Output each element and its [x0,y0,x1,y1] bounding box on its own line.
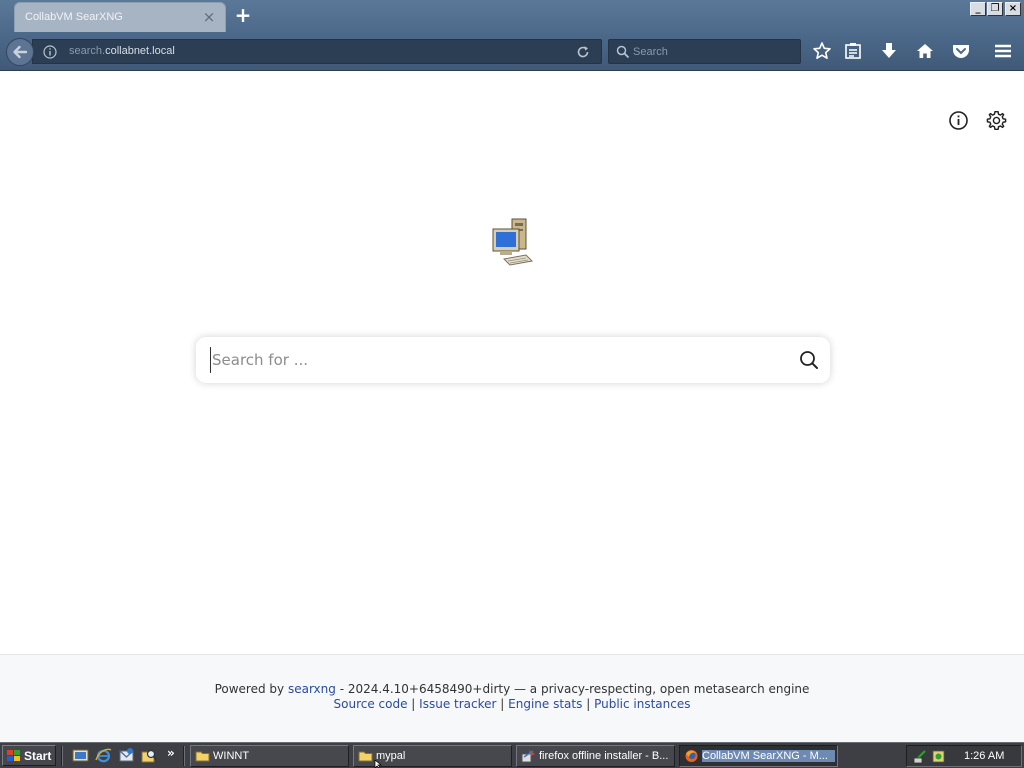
navigation-bar: search.collabnet.local [0,32,1024,71]
browser-search-input[interactable] [633,43,793,61]
search-icon[interactable] [798,349,820,371]
footer-separator: | [586,697,591,711]
download-icon [521,750,535,763]
windows-flag-icon [7,750,20,761]
new-tab-button[interactable]: + [232,5,254,27]
folder-icon [358,751,373,762]
search-box [196,337,830,383]
windows-taskbar: Start » WINNT mypal firefox offline inst… [0,742,1024,768]
taskbar-item-firefox-installer[interactable]: firefox offline installer - B... [516,745,675,767]
taskbar-separator [61,746,63,766]
task-label: firefox offline installer - B... [539,750,669,762]
search-icon [616,45,630,59]
home-icon[interactable] [914,40,936,62]
url-bar[interactable]: search.collabnet.local [32,39,602,64]
minimize-button[interactable]: _ [970,2,986,16]
taskbar-separator [183,746,185,766]
computer-logo-icon [492,218,534,266]
footer-credits: Powered by searxng - 2024.4.10+6458490+d… [0,682,1024,696]
reading-list-icon[interactable] [842,40,864,62]
footer-separator: | [500,697,505,711]
browser-tab-bar: CollabVM SearXNG × + _ ❐ × [0,0,1024,32]
public-instances-link[interactable]: Public instances [594,697,690,711]
start-label: Start [24,749,52,763]
preferences-gear-icon[interactable] [985,109,1008,132]
powered-by-text: Powered by [214,682,285,696]
outlook-express-icon[interactable] [118,747,135,764]
system-tray: 1:26 AM [906,745,1022,767]
bookmark-star-icon[interactable] [811,40,833,62]
url-text[interactable]: search.collabnet.local [69,45,175,57]
clock[interactable]: 1:26 AM [964,750,1004,762]
searxng-page [0,72,1024,654]
page-footer: Powered by searxng - 2024.4.10+6458490+d… [0,654,1024,742]
menu-hamburger-icon[interactable] [992,40,1014,62]
issue-tracker-link[interactable]: Issue tracker [419,697,496,711]
internet-explorer-icon[interactable] [95,747,112,764]
search-input[interactable] [210,347,770,373]
version-text: - 2024.4.10+6458490+dirty — a privacy-re… [339,682,810,696]
task-label: WINNT [213,750,250,762]
back-arrow-icon [13,45,28,59]
searxng-link[interactable]: searxng [288,682,336,696]
explorer-search-icon[interactable] [141,747,158,764]
close-window-button[interactable]: × [1005,2,1021,16]
url-subdomain: search. [69,45,106,57]
network-tray-icon[interactable] [913,749,928,764]
folder-icon [195,751,210,762]
pocket-icon[interactable] [950,40,972,62]
browser-search-bar[interactable] [608,39,801,64]
footer-links: Source code | Issue tracker | Engine sta… [0,697,1024,711]
about-info-icon[interactable] [947,109,970,132]
taskbar-item-collabvm-searxng[interactable]: CollabVM SearXNG - M... [679,745,838,767]
firefox-icon [685,750,698,762]
show-desktop-icon[interactable] [72,747,89,764]
reload-icon[interactable] [575,44,591,60]
start-button[interactable]: Start [2,745,56,766]
tab-close-icon[interactable]: × [201,8,217,26]
back-button[interactable] [6,38,34,66]
quick-launch-chevron-icon[interactable]: » [167,746,175,760]
tab-title: CollabVM SearXNG [25,11,123,23]
info-icon[interactable] [43,45,57,59]
tab-collabvm-searxng[interactable]: CollabVM SearXNG × [14,2,226,32]
source-code-link[interactable]: Source code [334,697,408,711]
footer-separator: | [411,697,416,711]
download-icon[interactable] [878,40,900,62]
mouse-cursor-icon [374,760,382,768]
volume-tray-icon[interactable] [931,749,946,764]
engine-stats-link[interactable]: Engine stats [508,697,582,711]
taskbar-item-winnt[interactable]: WINNT [190,745,349,767]
task-label: mypal [376,750,406,762]
restore-button[interactable]: ❐ [987,2,1003,16]
url-domain: collabnet.local [105,45,175,57]
task-label: CollabVM SearXNG - M... [702,750,835,762]
